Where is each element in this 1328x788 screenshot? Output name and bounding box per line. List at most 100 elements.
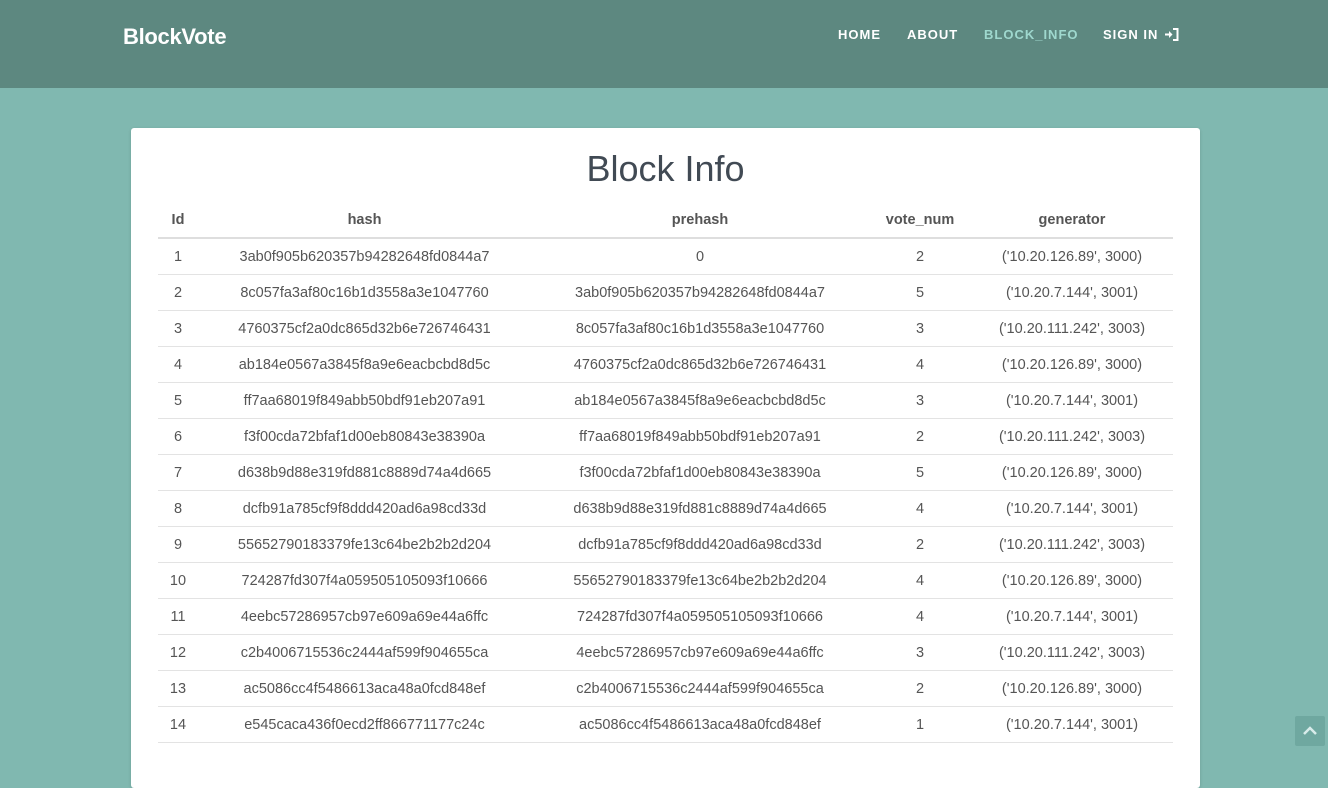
column-header-hash: hash (198, 203, 531, 239)
scroll-to-top-button[interactable] (1295, 716, 1325, 746)
cell-id: 3 (158, 310, 198, 347)
cell-vote-num: 5 (869, 454, 971, 491)
cell-hash: 724287fd307f4a059505105093f10666 (198, 562, 531, 599)
cell-hash: 8c057fa3af80c16b1d3558a3e1047760 (198, 274, 531, 311)
cell-hash: 3ab0f905b620357b94282648fd0844a7 (198, 238, 531, 275)
cell-prehash: 0 (531, 238, 869, 275)
cell-prehash: ac5086cc4f5486613aca48a0fcd848ef (531, 706, 869, 743)
cell-id: 1 (158, 238, 198, 275)
table-row: 5 ff7aa68019f849abb50bdf91eb207a91 ab184e0… (158, 382, 1173, 419)
cell-hash: 4760375cf2a0dc865d32b6e726746431 (198, 310, 531, 347)
block-info-card: Block Info Id hash prehash vote_num gene… (131, 128, 1200, 788)
cell-hash: f3f00cda72bfaf1d00eb80843e38390a (198, 418, 531, 455)
cell-id: 13 (158, 670, 198, 707)
table-row: 11 4eebc57286957cb97e609a69e44a6ffc 724287… (158, 598, 1173, 635)
cell-prehash: ff7aa68019f849abb50bdf91eb207a91 (531, 418, 869, 455)
column-header-generator: generator (971, 203, 1173, 239)
table-row: 10 724287fd307f4a059505105093f10666 556527… (158, 562, 1173, 599)
cell-hash: ab184e0567a3845f8a9e6eacbcbd8d5c (198, 346, 531, 383)
cell-prehash: ab184e0567a3845f8a9e6eacbcbd8d5c (531, 382, 869, 419)
cell-prehash: 724287fd307f4a059505105093f10666 (531, 598, 869, 635)
column-header-id: Id (158, 203, 198, 239)
cell-id: 4 (158, 346, 198, 383)
cell-generator: ('10.20.111.242', 3003) (971, 418, 1173, 455)
chevron-up-icon (1303, 726, 1317, 735)
cell-prehash: d638b9d88e319fd881c8889d74a4d665 (531, 490, 869, 527)
cell-prehash: dcfb91a785cf9f8ddd420ad6a98cd33d (531, 526, 869, 563)
cell-prehash: 55652790183379fe13c64be2b2b2d204 (531, 562, 869, 599)
cell-prehash: 8c057fa3af80c16b1d3558a3e1047760 (531, 310, 869, 347)
cell-id: 6 (158, 418, 198, 455)
cell-generator: ('10.20.111.242', 3003) (971, 526, 1173, 563)
table-row: 2 8c057fa3af80c16b1d3558a3e1047760 3ab0f90… (158, 274, 1173, 311)
table-header-row: Id hash prehash vote_num generator (158, 203, 1173, 239)
cell-prehash: f3f00cda72bfaf1d00eb80843e38390a (531, 454, 869, 491)
column-header-vote-num: vote_num (869, 203, 971, 239)
cell-prehash: 4eebc57286957cb97e609a69e44a6ffc (531, 634, 869, 671)
nav-about[interactable]: ABOUT (907, 27, 958, 42)
table-row: 12 c2b4006715536c2444af599f904655ca 4eebc5… (158, 634, 1173, 671)
cell-vote-num: 4 (869, 598, 971, 635)
cell-generator: ('10.20.111.242', 3003) (971, 310, 1173, 347)
table-row: 8 dcfb91a785cf9f8ddd420ad6a98cd33d d638b9d… (158, 490, 1173, 527)
nav-home[interactable]: HOME (838, 27, 881, 42)
table-row: 6 f3f00cda72bfaf1d00eb80843e38390a ff7aa68… (158, 418, 1173, 455)
cell-vote-num: 3 (869, 382, 971, 419)
table-row: 7 d638b9d88e319fd881c8889d74a4d665 f3f00cd… (158, 454, 1173, 491)
cell-generator: ('10.20.126.89', 3000) (971, 670, 1173, 707)
table-row: 9 55652790183379fe13c64be2b2b2d204 dcfb91a… (158, 526, 1173, 563)
column-header-prehash: prehash (531, 203, 869, 239)
cell-prehash: c2b4006715536c2444af599f904655ca (531, 670, 869, 707)
cell-id: 5 (158, 382, 198, 419)
cell-id: 10 (158, 562, 198, 599)
cell-hash: d638b9d88e319fd881c8889d74a4d665 (198, 454, 531, 491)
cell-hash: c2b4006715536c2444af599f904655ca (198, 634, 531, 671)
cell-generator: ('10.20.7.144', 3001) (971, 382, 1173, 419)
cell-vote-num: 3 (869, 310, 971, 347)
cell-prehash: 3ab0f905b620357b94282648fd0844a7 (531, 274, 869, 311)
cell-generator: ('10.20.126.89', 3000) (971, 562, 1173, 599)
cell-id: 9 (158, 526, 198, 563)
cell-vote-num: 2 (869, 526, 971, 563)
cell-id: 7 (158, 454, 198, 491)
table-row: 1 3ab0f905b620357b94282648fd0844a7 0 2 ('10.… (158, 238, 1173, 275)
cell-generator: ('10.20.126.89', 3000) (971, 238, 1173, 275)
cell-id: 14 (158, 706, 198, 743)
cell-vote-num: 4 (869, 562, 971, 599)
cell-hash: 55652790183379fe13c64be2b2b2d204 (198, 526, 531, 563)
cell-vote-num: 2 (869, 670, 971, 707)
cell-vote-num: 3 (869, 634, 971, 671)
cell-vote-num: 1 (869, 706, 971, 743)
table-row: 13 ac5086cc4f5486613aca48a0fcd848ef c2b400… (158, 670, 1173, 707)
cell-hash: e545caca436f0ecd2ff866771177c24c (198, 706, 531, 743)
table-row: 3 4760375cf2a0dc865d32b6e726746431 8c057fa… (158, 310, 1173, 347)
cell-generator: ('10.20.7.144', 3001) (971, 598, 1173, 635)
cell-vote-num: 4 (869, 490, 971, 527)
cell-id: 2 (158, 274, 198, 311)
nav-block-info[interactable]: BLOCK_INFO (984, 27, 1079, 42)
sign-in-icon (1164, 28, 1179, 44)
cell-hash: 4eebc57286957cb97e609a69e44a6ffc (198, 598, 531, 635)
cell-generator: ('10.20.7.144', 3001) (971, 706, 1173, 743)
cell-vote-num: 2 (869, 418, 971, 455)
cell-id: 8 (158, 490, 198, 527)
cell-hash: ff7aa68019f849abb50bdf91eb207a91 (198, 382, 531, 419)
cell-generator: ('10.20.111.242', 3003) (971, 634, 1173, 671)
table-row: 14 e545caca436f0ecd2ff866771177c24c ac5086… (158, 706, 1173, 743)
sign-in-label: SIGN IN (1103, 27, 1159, 42)
cell-generator: ('10.20.126.89', 3000) (971, 346, 1173, 383)
cell-generator: ('10.20.7.144', 3001) (971, 490, 1173, 527)
table-body: 1 3ab0f905b620357b94282648fd0844a7 0 2 ('10.… (158, 238, 1173, 743)
cell-id: 11 (158, 598, 198, 635)
nav-sign-in[interactable]: SIGN IN (1103, 27, 1179, 44)
cell-vote-num: 2 (869, 238, 971, 275)
block-table: Id hash prehash vote_num generator 1 3ab0… (158, 203, 1173, 743)
cell-generator: ('10.20.126.89', 3000) (971, 454, 1173, 491)
cell-generator: ('10.20.7.144', 3001) (971, 274, 1173, 311)
brand-logo[interactable]: BlockVote (123, 24, 227, 50)
cell-hash: dcfb91a785cf9f8ddd420ad6a98cd33d (198, 490, 531, 527)
cell-prehash: 4760375cf2a0dc865d32b6e726746431 (531, 346, 869, 383)
cell-vote-num: 5 (869, 274, 971, 311)
cell-hash: ac5086cc4f5486613aca48a0fcd848ef (198, 670, 531, 707)
cell-id: 12 (158, 634, 198, 671)
